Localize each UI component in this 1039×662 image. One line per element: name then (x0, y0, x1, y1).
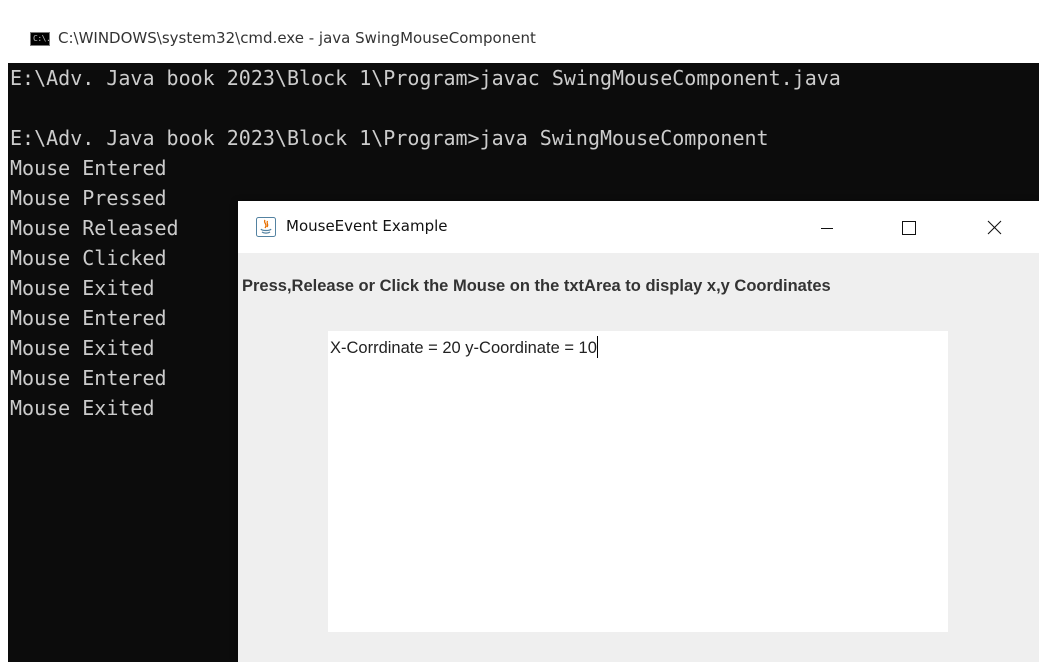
console-line: E:\Adv. Java book 2023\Block 1\Program>j… (10, 126, 769, 150)
cmd-window-title: C:\WINDOWS\system32\cmd.exe - java Swing… (58, 29, 536, 47)
close-icon (987, 220, 1002, 235)
coordinates-textarea[interactable]: X-Corrdinate = 20 y-Coordinate = 10 (328, 331, 948, 632)
console-line: Mouse Exited (10, 276, 155, 300)
maximize-icon (902, 221, 916, 235)
console-line: Mouse Released (10, 216, 179, 240)
mouse-event-window: MouseEvent Example Press,Release or Clic… (238, 201, 1039, 662)
instruction-label: Press,Release or Click the Mouse on the … (242, 277, 831, 295)
swing-titlebar[interactable]: MouseEvent Example (238, 201, 1039, 253)
console-line: Mouse Exited (10, 336, 155, 360)
console-line: Mouse Entered (10, 156, 167, 180)
console-line: Mouse Exited (10, 396, 155, 420)
close-button[interactable] (971, 201, 1017, 253)
console-line: Mouse Entered (10, 366, 167, 390)
cmd-icon-glyph: C:\. (33, 34, 51, 43)
console-line: Mouse Pressed (10, 186, 167, 210)
minimize-button[interactable] (804, 201, 850, 253)
swing-window-title: MouseEvent Example (286, 217, 448, 235)
cmd-titlebar[interactable]: C:\. C:\WINDOWS\system32\cmd.exe - java … (0, 0, 1039, 63)
cmd-icon: C:\. (30, 32, 51, 46)
coordinates-text: X-Corrdinate = 20 y-Coordinate = 10 (330, 336, 598, 358)
maximize-button[interactable] (885, 201, 931, 253)
console-line: Mouse Entered (10, 306, 167, 330)
text-caret (596, 336, 598, 358)
console-line: Mouse Clicked (10, 246, 167, 270)
java-icon (256, 217, 276, 237)
swing-content-pane: Press,Release or Click the Mouse on the … (238, 253, 1039, 662)
minimize-icon (821, 228, 833, 229)
console-line: E:\Adv. Java book 2023\Block 1\Program>j… (10, 66, 841, 90)
coordinates-value: X-Corrdinate = 20 y-Coordinate = 10 (330, 339, 597, 357)
